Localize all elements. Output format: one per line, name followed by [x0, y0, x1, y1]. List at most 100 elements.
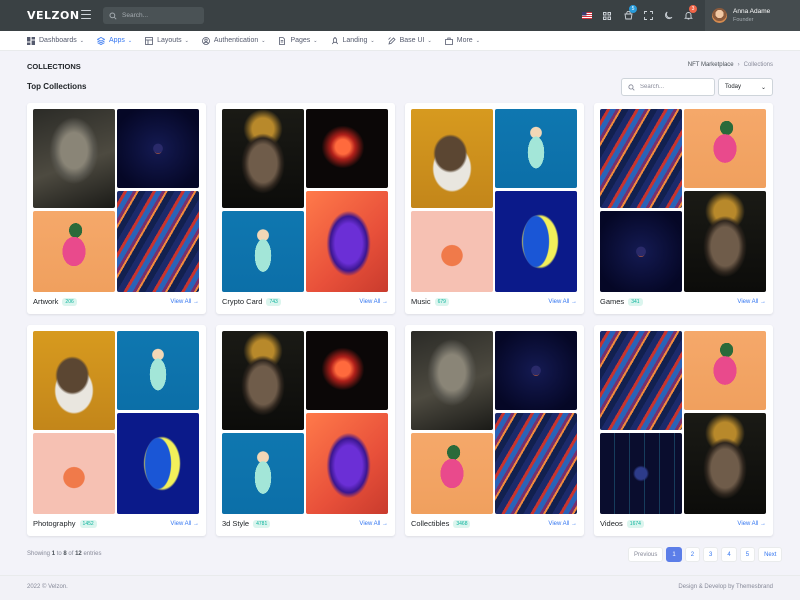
nft-image[interactable] — [600, 331, 682, 430]
nft-image[interactable] — [684, 191, 766, 292]
nft-image[interactable] — [495, 331, 577, 410]
view-all-link[interactable]: View All → — [170, 521, 199, 527]
breadcrumb-link[interactable]: NFT Marketplace — [688, 62, 734, 68]
nav-dashboards-label: Dashboards — [39, 37, 77, 44]
nft-image[interactable] — [222, 331, 304, 430]
nft-image[interactable] — [33, 109, 115, 208]
previous-page-button[interactable]: Previous — [628, 547, 664, 562]
date-filter-select[interactable]: Today ⌄ — [718, 78, 773, 96]
nft-image[interactable] — [222, 433, 304, 514]
collection-name[interactable]: 3d Style — [222, 519, 249, 528]
nav-dashboards[interactable]: Dashboards ⌄ — [27, 36, 84, 45]
nav-pages[interactable]: Pages ⌄ — [278, 36, 318, 45]
collection-card[interactable]: Photography 1452 View All → — [27, 325, 206, 536]
nft-image[interactable] — [600, 109, 682, 208]
nft-image[interactable] — [222, 211, 304, 292]
footer-credit: Design & Develop by Themesbrand — [678, 584, 773, 590]
collection-search[interactable] — [621, 78, 715, 96]
nft-image[interactable] — [411, 433, 493, 514]
nft-image[interactable] — [495, 413, 577, 514]
nft-image[interactable] — [306, 191, 388, 292]
nft-image[interactable] — [411, 211, 493, 292]
briefcase-icon — [444, 37, 453, 45]
view-all-link[interactable]: View All → — [548, 299, 577, 305]
collection-card[interactable]: 3d Style 4781 View All → — [216, 325, 395, 536]
collection-name[interactable]: Videos — [600, 519, 623, 528]
nav-base-ui[interactable]: Base UI ⌄ — [387, 36, 432, 45]
nft-image[interactable] — [684, 109, 766, 188]
nft-image[interactable] — [117, 413, 199, 514]
page-1-button[interactable]: 1 — [666, 547, 682, 562]
collection-name[interactable]: Music — [411, 297, 431, 306]
nav-more[interactable]: More ⌄ — [444, 37, 480, 45]
collection-card[interactable]: Artwork 206 View All → — [27, 103, 206, 314]
nft-image[interactable] — [600, 211, 682, 292]
header-search[interactable] — [103, 7, 204, 24]
nft-image[interactable] — [33, 331, 115, 430]
nft-image[interactable] — [117, 109, 199, 188]
nft-image[interactable] — [495, 109, 577, 188]
collection-name[interactable]: Photography — [33, 519, 76, 528]
view-all-link[interactable]: View All → — [359, 521, 388, 527]
notification-count-badge: 3 — [689, 4, 697, 13]
nft-image[interactable] — [33, 211, 115, 292]
nft-image[interactable] — [306, 109, 388, 188]
nav-layouts[interactable]: Layouts ⌄ — [145, 36, 189, 45]
fullscreen-icon[interactable] — [641, 9, 655, 23]
pages-icon — [279, 36, 286, 45]
header-search-input[interactable] — [122, 12, 202, 19]
showing-of-word: of — [68, 551, 74, 557]
next-page-button[interactable]: Next — [758, 547, 783, 562]
collection-card[interactable]: Collectibles 3468 View All → — [405, 325, 584, 536]
nft-image[interactable] — [117, 191, 199, 292]
item-count-badge: 4781 — [253, 519, 271, 528]
cart-icon[interactable]: 5 — [621, 4, 637, 23]
collection-card[interactable]: Crypto Card 743 View All → — [216, 103, 395, 314]
nft-image[interactable] — [495, 191, 577, 292]
collection-name[interactable]: Games — [600, 297, 624, 306]
nft-image[interactable] — [117, 331, 199, 410]
collection-card[interactable]: Videos 1674 View All → — [594, 325, 773, 536]
nft-image[interactable] — [222, 109, 304, 208]
nft-image[interactable] — [684, 331, 766, 410]
pagination: Previous 1 2 3 4 5 Next — [625, 547, 783, 562]
nft-image[interactable] — [411, 331, 493, 430]
menu-toggle-icon[interactable] — [81, 10, 91, 19]
showing-suffix: entries — [83, 551, 102, 557]
view-all-link[interactable]: View All → — [170, 299, 199, 305]
dark-mode-moon-icon[interactable] — [661, 9, 675, 23]
page-3-button[interactable]: 3 — [703, 547, 719, 562]
apps-grid-icon[interactable] — [600, 9, 614, 23]
notification-bell-icon[interactable]: 3 — [681, 4, 697, 23]
nav-more-label: More — [456, 37, 473, 44]
nav-apps[interactable]: Apps ⌄ — [96, 36, 132, 45]
page-title: COLLECTIONS — [27, 62, 81, 71]
collection-name[interactable]: Collectibles — [411, 519, 449, 528]
page-4-button[interactable]: 4 — [721, 547, 737, 562]
apps-icon — [96, 36, 105, 45]
nft-image[interactable] — [411, 109, 493, 208]
collection-card[interactable]: Games 341 View All → — [594, 103, 773, 314]
nft-image[interactable] — [33, 433, 115, 514]
collection-search-input[interactable] — [640, 84, 710, 90]
collection-card[interactable]: Music 679 View All → — [405, 103, 584, 314]
nft-image[interactable] — [306, 413, 388, 514]
view-all-link[interactable]: View All → — [737, 521, 766, 527]
nft-image[interactable] — [306, 331, 388, 410]
user-dropdown[interactable]: Anna Adame Founder — [705, 0, 800, 31]
view-all-link[interactable]: View All → — [548, 521, 577, 527]
flag-us-icon[interactable] — [580, 9, 594, 23]
page-5-button[interactable]: 5 — [739, 547, 756, 562]
showing-to-word: to — [56, 551, 62, 557]
breadcrumb-current: Collections — [743, 62, 773, 68]
collection-name[interactable]: Crypto Card — [222, 297, 262, 306]
nav-authentication[interactable]: Authentication ⌄ — [201, 36, 265, 45]
page-2-button[interactable]: 2 — [684, 547, 701, 562]
collection-name[interactable]: Artwork — [33, 297, 58, 306]
brand-logo[interactable]: VELZON — [27, 9, 80, 22]
view-all-link[interactable]: View All → — [359, 299, 388, 305]
view-all-link[interactable]: View All → — [737, 299, 766, 305]
nav-landing[interactable]: Landing ⌄ — [331, 36, 375, 45]
nft-image[interactable] — [600, 433, 682, 514]
nft-image[interactable] — [684, 413, 766, 514]
